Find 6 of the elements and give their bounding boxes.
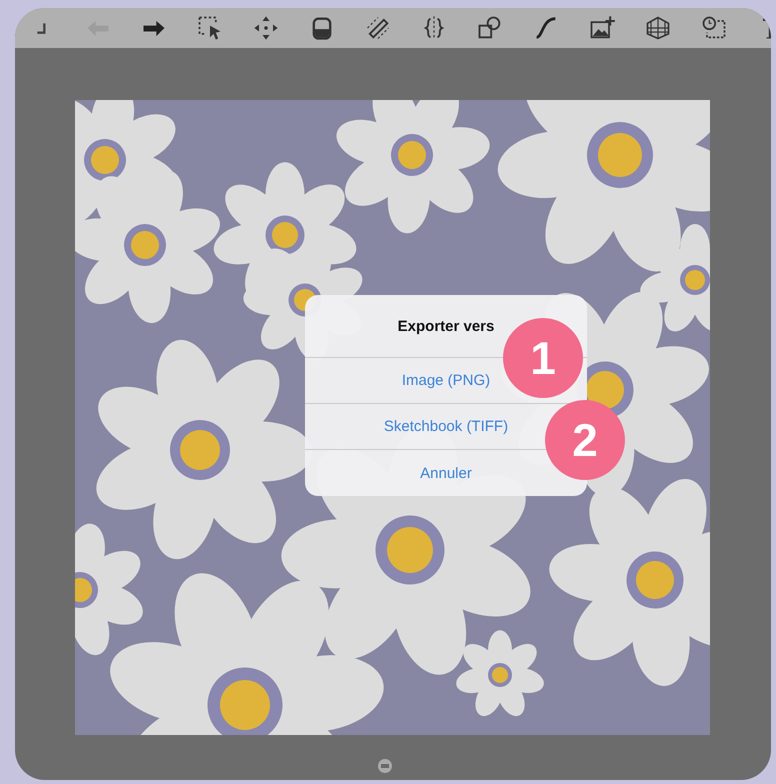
move-icon[interactable] bbox=[252, 14, 280, 42]
dialog-option[interactable]: Annuler bbox=[420, 460, 472, 486]
dialog-option[interactable]: Image (PNG) bbox=[402, 368, 490, 393]
dialog-option[interactable]: Sketchbook (TIFF) bbox=[384, 414, 508, 439]
handle-icon[interactable] bbox=[378, 759, 392, 773]
perspective-grid-icon[interactable] bbox=[644, 14, 672, 42]
